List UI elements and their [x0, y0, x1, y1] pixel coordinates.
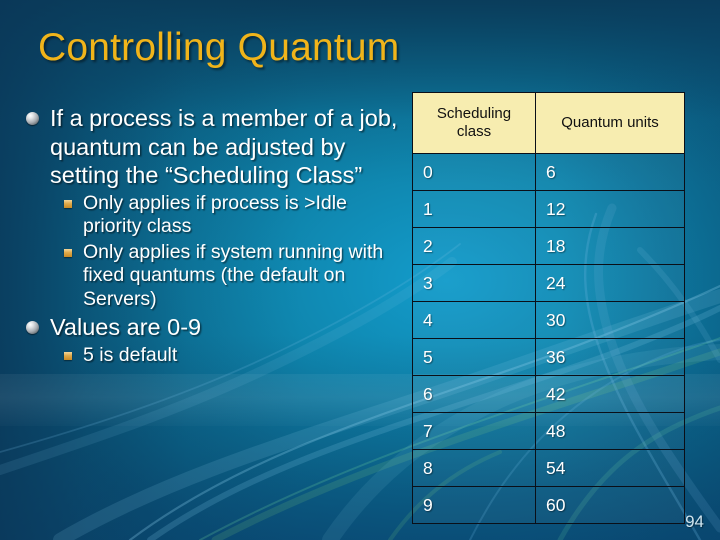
- table-cell-quantum: 24: [535, 264, 685, 302]
- bullet-level2: Only applies if system running with fixe…: [64, 241, 406, 312]
- table-cell-quantum: 60: [535, 486, 685, 524]
- table-row: 2 18: [412, 227, 685, 265]
- bullet-level2: Only applies if process is >Idle priorit…: [64, 192, 406, 239]
- scheduling-class-table: Scheduling class Quantum units 0 6 1 12 …: [412, 92, 685, 524]
- table-cell-quantum: 6: [535, 153, 685, 191]
- table-cell-class: 4: [412, 301, 536, 339]
- bullet-text: Values are 0-9: [50, 314, 202, 340]
- table-cell-class: 8: [412, 449, 536, 487]
- bullet-level1: If a process is a member of a job, quant…: [26, 104, 406, 190]
- sub-bullet-group: Only applies if process is >Idle priorit…: [26, 192, 406, 312]
- table-row: 8 54: [412, 449, 685, 487]
- table-cell-quantum: 36: [535, 338, 685, 376]
- slide: Controlling Quantum If a process is a me…: [0, 0, 720, 540]
- table-cell-class: 9: [412, 486, 536, 524]
- table-cell-quantum: 18: [535, 227, 685, 265]
- table-cell-class: 7: [412, 412, 536, 450]
- table-cell-quantum: 30: [535, 301, 685, 339]
- table-cell-class: 2: [412, 227, 536, 265]
- pearl-sphere-bullet-icon: [26, 112, 39, 125]
- table-row: 1 12: [412, 190, 685, 228]
- gold-square-bullet-icon: [64, 248, 72, 257]
- sub-bullet-group: 5 is default: [26, 344, 406, 368]
- table-header-cell-scheduling-class: Scheduling class: [412, 92, 536, 154]
- bullet-text: 5 is default: [83, 343, 178, 366]
- table-header-cell-quantum-units: Quantum units: [535, 92, 685, 154]
- table-cell-class: 5: [412, 338, 536, 376]
- pearl-sphere-bullet-icon: [26, 321, 39, 334]
- table-cell-quantum: 12: [535, 190, 685, 228]
- bullet-text: If a process is a member of a job, quant…: [50, 105, 398, 188]
- table-row: 0 6: [412, 153, 685, 191]
- body-content: If a process is a member of a job, quant…: [26, 104, 406, 369]
- table-cell-quantum: 48: [535, 412, 685, 450]
- bullet-text: Only applies if system running with fixe…: [83, 240, 384, 310]
- table-cell-class: 1: [412, 190, 536, 228]
- page-number: 94: [685, 512, 704, 531]
- bullet-level1: Values are 0-9: [26, 313, 406, 342]
- table-header-row: Scheduling class Quantum units: [412, 92, 685, 154]
- table-cell-quantum: 42: [535, 375, 685, 413]
- table-row: 4 30: [412, 301, 685, 339]
- table-cell-class: 6: [412, 375, 536, 413]
- table-cell-class: 3: [412, 264, 536, 302]
- table-cell-class: 0: [412, 153, 536, 191]
- table-row: 5 36: [412, 338, 685, 376]
- table-cell-quantum: 54: [535, 449, 685, 487]
- table-row: 7 48: [412, 412, 685, 450]
- table-row: 9 60: [412, 486, 685, 524]
- gold-square-bullet-icon: [64, 351, 72, 360]
- bullet-level2: 5 is default: [64, 344, 406, 368]
- table-header: Scheduling class Quantum units: [412, 92, 685, 154]
- table-row: 3 24: [412, 264, 685, 302]
- page-title: Controlling Quantum: [38, 26, 400, 69]
- table-body: 0 6 1 12 2 18 3 24 4 30 5 36 6 42 7 48 8…: [412, 153, 685, 524]
- table-row: 6 42: [412, 375, 685, 413]
- gold-square-bullet-icon: [64, 199, 72, 208]
- bullet-text: Only applies if process is >Idle priorit…: [83, 191, 347, 238]
